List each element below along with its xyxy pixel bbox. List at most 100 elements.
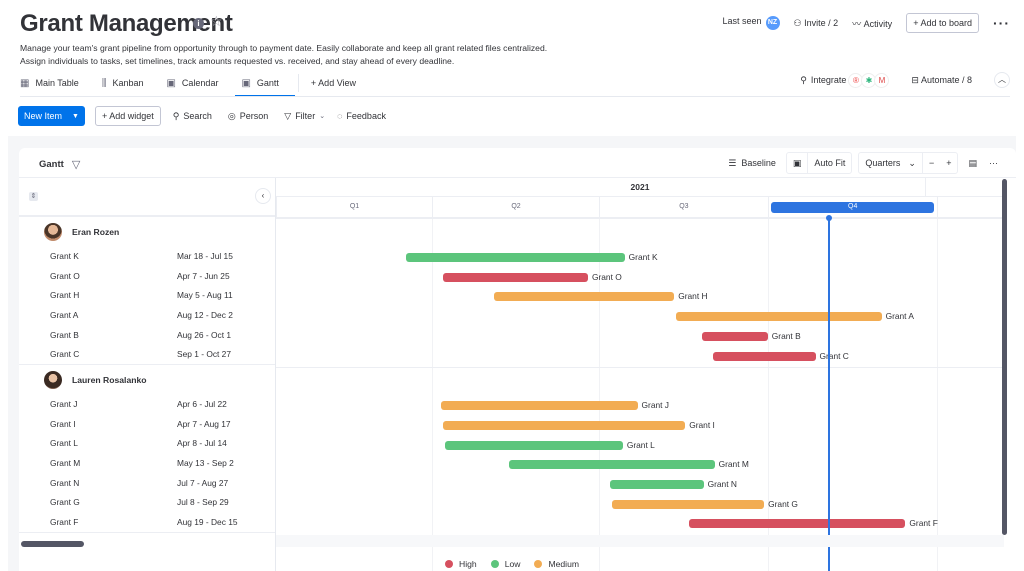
list-item[interactable]: Grant F Aug 19 - Dec 15	[19, 512, 275, 532]
add-widget-button[interactable]: + Add widget	[94, 106, 161, 126]
item-dates: Apr 7 - Jun 25	[177, 270, 230, 281]
gantt-icon: ▣	[241, 77, 251, 89]
expand-collapse-icon[interactable]: ⇕	[29, 192, 38, 201]
legend-label: Medium	[548, 559, 580, 569]
gantt-bar[interactable]	[712, 351, 816, 361]
chevron-down-icon: ⌄	[319, 113, 326, 120]
add-to-board-button[interactable]: + Add to board	[906, 13, 979, 33]
calendar-icon: ▣	[166, 77, 176, 89]
horizontal-scrollbar[interactable]	[21, 541, 84, 547]
person-add-icon: ⚇	[793, 17, 805, 28]
tab-gantt[interactable]: ▣ Gantt	[235, 71, 296, 97]
gantt-bar[interactable]	[611, 499, 765, 509]
list-item[interactable]: Grant A Aug 12 - Dec 2	[19, 305, 275, 325]
export-icon[interactable]: ▤	[962, 152, 983, 174]
quarter-header: Q3	[598, 197, 768, 217]
bar-label: Grant H	[678, 291, 708, 302]
divider	[276, 367, 1004, 369]
list-item[interactable]: Grant C Sep 1 - Oct 27	[19, 344, 275, 364]
calendar-icon[interactable]: ▣	[787, 152, 808, 174]
legend-swatch	[534, 560, 543, 568]
vertical-scrollbar[interactable]	[1002, 179, 1007, 535]
item-rows: Eran Rozen Grant K Mar 18 - Jul 15 Grant O A…	[19, 217, 275, 533]
group-header[interactable]: Eran Rozen	[19, 217, 275, 246]
invite-button[interactable]: ⚇ Invite / 2	[794, 18, 839, 29]
collapse-header-button[interactable]: ︿	[994, 72, 1010, 88]
bar-label: Grant A	[885, 311, 914, 322]
gantt-bar[interactable]	[676, 312, 882, 322]
activity-button[interactable]: 〰 Activity	[852, 17, 892, 30]
item-name: Grant B	[50, 329, 79, 340]
item-dates: Aug 19 - Dec 15	[177, 517, 238, 528]
gantt-bar[interactable]	[443, 420, 686, 430]
gantt-bar[interactable]	[494, 292, 675, 302]
gantt-bar[interactable]	[444, 440, 623, 450]
scale-select[interactable]: Quarters ⌄	[859, 152, 922, 174]
gantt-bar[interactable]	[509, 460, 715, 470]
baseline-button[interactable]: ☰ Baseline	[722, 152, 782, 174]
item-dates: Apr 8 - Jul 14	[177, 438, 227, 449]
more-options-icon[interactable]: ···	[993, 15, 1010, 31]
today-marker	[828, 218, 830, 571]
list-item[interactable]: Grant M May 13 - Sep 2	[19, 453, 275, 473]
divider	[925, 178, 926, 197]
auto-fit-button[interactable]: Auto Fit	[807, 152, 851, 174]
last-seen-button[interactable]: Last seen NZ	[723, 16, 780, 30]
divider	[20, 96, 1010, 97]
list-item[interactable]: Grant B Aug 26 - Oct 1	[19, 325, 275, 345]
gantt-bar[interactable]	[701, 331, 768, 341]
gantt-bar[interactable]	[441, 401, 638, 411]
list-item[interactable]: Grant I Apr 7 - Aug 17	[19, 414, 275, 434]
zoom-out-button[interactable]: −	[921, 152, 940, 174]
filter-button[interactable]: ▽ Filter ⌄	[284, 111, 325, 122]
list-item[interactable]: Grant J Apr 6 - Jul 22	[19, 394, 275, 414]
automate-button[interactable]: ⊟ Automate / 8	[911, 75, 972, 86]
gantt-bar[interactable]	[688, 519, 906, 529]
legend-swatch	[490, 560, 499, 568]
zoom-in-button[interactable]: +	[940, 152, 957, 174]
divider	[297, 74, 299, 92]
star-icon[interactable]: ☆	[210, 13, 223, 30]
search-icon: ⚲	[172, 110, 180, 121]
board-header: Grant Management i ☆ Manage your team's …	[0, 0, 1024, 136]
list-item[interactable]: Grant G Jul 8 - Sep 29	[19, 493, 275, 513]
chevron-down-icon[interactable]: ▼	[72, 113, 79, 120]
activity-icon: 〰	[852, 18, 864, 29]
bar-label: Grant K	[628, 252, 658, 262]
filter-icon[interactable]: ▽	[72, 158, 80, 171]
scale-group: Quarters ⌄ − +	[858, 152, 959, 174]
tab-calendar[interactable]: ▣ Calendar	[166, 71, 226, 95]
item-name: Grant I	[50, 418, 76, 429]
group-header[interactable]: Lauren Rosalanko	[19, 365, 275, 394]
kanban-icon: ⫼	[101, 77, 107, 89]
add-view-button[interactable]: + Add View	[311, 71, 364, 95]
item-dates: Jul 8 - Sep 29	[177, 497, 229, 508]
list-item[interactable]: Grant H May 5 - Aug 11	[19, 285, 275, 305]
legend: High Low Medium	[445, 559, 579, 569]
list-item[interactable]: Grant K Mar 18 - Jul 15	[19, 246, 275, 266]
search-button[interactable]: ⚲ Search	[173, 111, 212, 122]
person-filter-button[interactable]: ◎ Person	[228, 111, 268, 122]
feedback-button[interactable]: ◌ Feedback	[337, 111, 386, 121]
bar-label: Grant O	[591, 271, 622, 282]
gantt-bar[interactable]	[609, 480, 704, 489]
item-dates: Aug 12 - Dec 2	[177, 309, 233, 320]
gantt-controls: ☰ Baseline ▣ Auto Fit Quarters ⌄ − + ▤ ···	[722, 152, 1004, 174]
filter-icon: ▽	[284, 110, 292, 121]
gantt-title: Gantt ▽	[39, 158, 81, 171]
integrate-button[interactable]: ⚲ Integrate ® ✱ M	[800, 72, 890, 88]
gantt-bar[interactable]	[443, 272, 588, 282]
gantt-bar[interactable]	[406, 253, 625, 262]
more-options-icon[interactable]: ···	[983, 152, 1004, 174]
collapse-list-button[interactable]: ‹	[255, 188, 271, 204]
legend-item: Low	[490, 559, 520, 569]
tab-kanban[interactable]: ⫼ Kanban	[102, 71, 152, 95]
new-item-button[interactable]: New Item ▼	[18, 106, 85, 126]
bar-label: Grant C	[819, 350, 849, 361]
tab-main-table[interactable]: ▦ Main Table	[20, 71, 87, 95]
list-item[interactable]: Grant O Apr 7 - Jun 25	[19, 266, 275, 286]
item-name: Grant N	[50, 477, 80, 488]
list-item[interactable]: Grant L Apr 8 - Jul 14	[19, 434, 275, 454]
info-icon[interactable]: i	[193, 18, 204, 29]
list-item[interactable]: Grant N Jul 7 - Aug 27	[19, 473, 275, 493]
